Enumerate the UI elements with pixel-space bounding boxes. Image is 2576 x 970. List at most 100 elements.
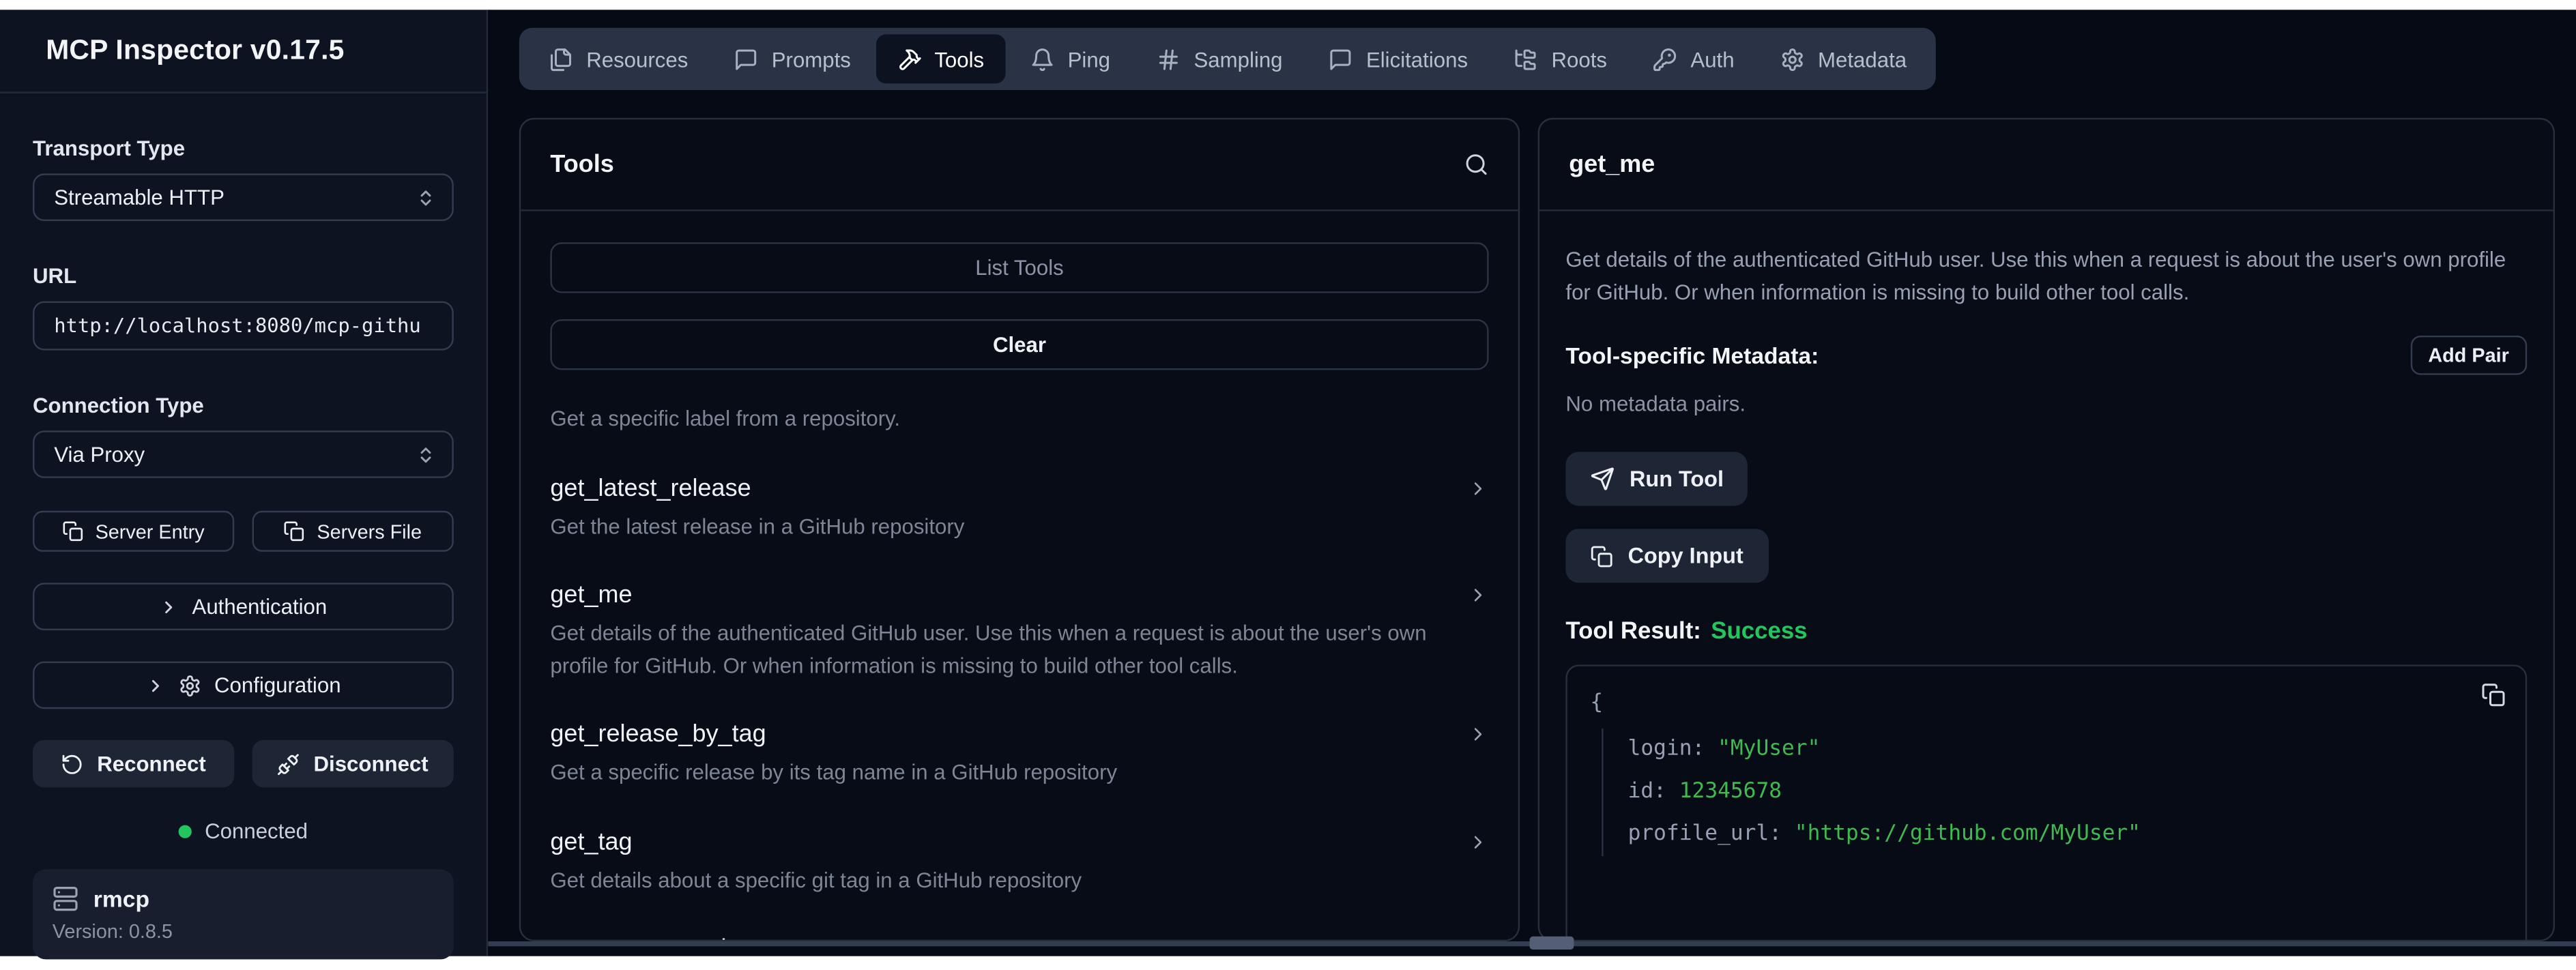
main-area: Resources Prompts Tools Ping Sampling	[488, 10, 2576, 956]
tab-label: Resources	[586, 46, 688, 71]
tab-label: Metadata	[1818, 46, 1907, 71]
connected-text: Connected	[205, 819, 308, 843]
servers-file-button[interactable]: Servers File	[252, 511, 454, 552]
hash-icon	[1156, 46, 1181, 71]
authentication-label: Authentication	[192, 594, 328, 619]
tools-panel-title: Tools	[550, 151, 613, 179]
tab-resources[interactable]: Resources	[527, 34, 710, 83]
reconnect-button[interactable]: Reconnect	[33, 740, 234, 788]
list-item-get-release-by-tag[interactable]: get_release_by_tag Get a specific releas…	[550, 720, 1488, 789]
tool-detail-panel: get_me Get details of the authenticated …	[1538, 118, 2555, 941]
list-item-get-tag[interactable]: get_tag Get details about a specific git…	[550, 827, 1488, 896]
tool-detail-header: get_me	[1539, 119, 2553, 211]
server-info-card: rmcp Version: 0.8.5	[33, 869, 454, 959]
tool-name: get_release_by_tag	[550, 720, 766, 748]
connection-type-select[interactable]: Via Proxy	[33, 430, 454, 478]
json-row-profile-url: profile_url: "https://github.com/MyUser"	[1628, 814, 2503, 856]
tool-detail-description: Get details of the authenticated GitHub …	[1565, 244, 2527, 308]
mcp-inspector-app: MCP Inspector v0.17.5 Transport Type Str…	[0, 10, 2576, 956]
chevrons-up-down-icon	[416, 188, 436, 207]
tab-auth[interactable]: Auth	[1632, 34, 1756, 83]
tab-elicitations[interactable]: Elicitations	[1307, 34, 1490, 83]
list-item-get-me[interactable]: get_me Get details of the authenticated …	[550, 581, 1488, 681]
servers-file-label: Servers File	[317, 520, 422, 543]
no-metadata-text: No metadata pairs.	[1565, 392, 2527, 416]
configuration-button[interactable]: Configuration	[33, 662, 454, 709]
server-entry-button[interactable]: Server Entry	[33, 511, 234, 552]
tool-description: Get details of the authenticated GitHub …	[550, 617, 1488, 681]
copy-result-button[interactable]	[2481, 683, 2506, 712]
configuration-label: Configuration	[214, 673, 341, 697]
tab-label: Roots	[1551, 46, 1607, 71]
transport-type-value: Streamable HTTP	[54, 185, 225, 209]
transport-type-select[interactable]: Streamable HTTP	[33, 173, 454, 221]
sidebar-header: MCP Inspector v0.17.5	[0, 10, 487, 93]
horizontal-scrollbar[interactable]	[488, 941, 2576, 946]
tab-prompts[interactable]: Prompts	[712, 34, 872, 83]
copy-icon	[63, 520, 84, 542]
tool-detail-body: Get details of the authenticated GitHub …	[1539, 211, 2553, 941]
message-square-icon	[1329, 46, 1353, 71]
metadata-label: Tool-specific Metadata:	[1565, 342, 1819, 368]
tab-metadata[interactable]: Metadata	[1759, 34, 1928, 83]
tab-tools[interactable]: Tools	[875, 34, 1005, 83]
unplug-icon	[278, 752, 301, 776]
gear-icon	[1780, 46, 1805, 71]
tool-name: get_me	[550, 581, 632, 609]
list-item-get-latest-release[interactable]: get_latest_release Get the latest releas…	[550, 474, 1488, 542]
tab-label: Tools	[934, 46, 984, 71]
tab-label: Auth	[1690, 46, 1734, 71]
server-icon	[53, 885, 78, 911]
disconnect-label: Disconnect	[313, 752, 428, 776]
chevron-right-icon	[1467, 477, 1488, 499]
list-item-get-team-members[interactable]: get_team_members Get member usernames of…	[550, 935, 1488, 941]
server-name: rmcp	[93, 885, 149, 911]
page: MCP Inspector v0.17.5 Transport Type Str…	[0, 0, 2576, 970]
copy-icon	[2481, 683, 2506, 707]
clear-button[interactable]: Clear	[550, 319, 1488, 370]
tool-result-label: Tool Result:	[1565, 619, 1701, 645]
tab-roots[interactable]: Roots	[1492, 34, 1628, 83]
gear-icon	[178, 674, 201, 697]
list-tools-button[interactable]: List Tools	[550, 242, 1488, 293]
reconnect-label: Reconnect	[97, 752, 206, 776]
key-icon	[1653, 46, 1677, 71]
tool-result-json: { login: "MyUser" id: 12345678	[1565, 664, 2527, 941]
tab-sampling[interactable]: Sampling	[1135, 34, 1304, 83]
chevrons-up-down-icon	[416, 445, 436, 465]
authentication-button[interactable]: Authentication	[33, 583, 454, 630]
json-rows: login: "MyUser" id: 12345678 profile_url…	[1602, 729, 2502, 856]
tab-label: Sampling	[1193, 46, 1282, 71]
copy-input-button[interactable]: Copy Input	[1565, 529, 1767, 583]
chevron-right-icon	[160, 597, 179, 617]
tab-ping[interactable]: Ping	[1009, 34, 1131, 83]
server-version: Version: 0.8.5	[53, 920, 434, 943]
tools-panel-header: Tools	[521, 119, 1518, 211]
tool-name: get_latest_release	[550, 474, 751, 502]
url-input[interactable]	[33, 302, 454, 351]
files-icon	[549, 46, 573, 71]
sidebar-body: Transport Type Streamable HTTP URL Conne…	[0, 93, 487, 970]
json-open-brace: {	[1590, 686, 2502, 722]
connection-status: Connected	[33, 819, 454, 843]
connection-type-label: Connection Type	[33, 393, 454, 417]
bell-icon	[1030, 46, 1054, 71]
connection-type-value: Via Proxy	[54, 442, 145, 467]
top-nav: Resources Prompts Tools Ping Sampling	[519, 28, 1936, 90]
copy-input-label: Copy Input	[1628, 544, 1743, 568]
horizontal-scrollbar-thumb[interactable]	[1530, 937, 1574, 950]
search-icon[interactable]	[1464, 152, 1489, 177]
send-icon	[1590, 467, 1615, 491]
chevron-right-icon	[1467, 724, 1488, 745]
json-row-id: id: 12345678	[1628, 771, 2503, 813]
content-row: Tools List Tools Clear Get a specific la…	[519, 118, 2576, 941]
tool-result-row: Tool Result:Success	[1565, 619, 2527, 645]
add-pair-button[interactable]: Add Pair	[2410, 336, 2527, 375]
tool-description: Get a specific release by its tag name i…	[550, 756, 1488, 789]
tool-detail-title: get_me	[1569, 151, 1655, 179]
run-tool-button[interactable]: Run Tool	[1565, 452, 1748, 505]
disconnect-button[interactable]: Disconnect	[252, 740, 454, 788]
tab-label: Ping	[1068, 46, 1110, 71]
chevron-right-icon	[1467, 585, 1488, 606]
tab-label: Prompts	[772, 46, 851, 71]
